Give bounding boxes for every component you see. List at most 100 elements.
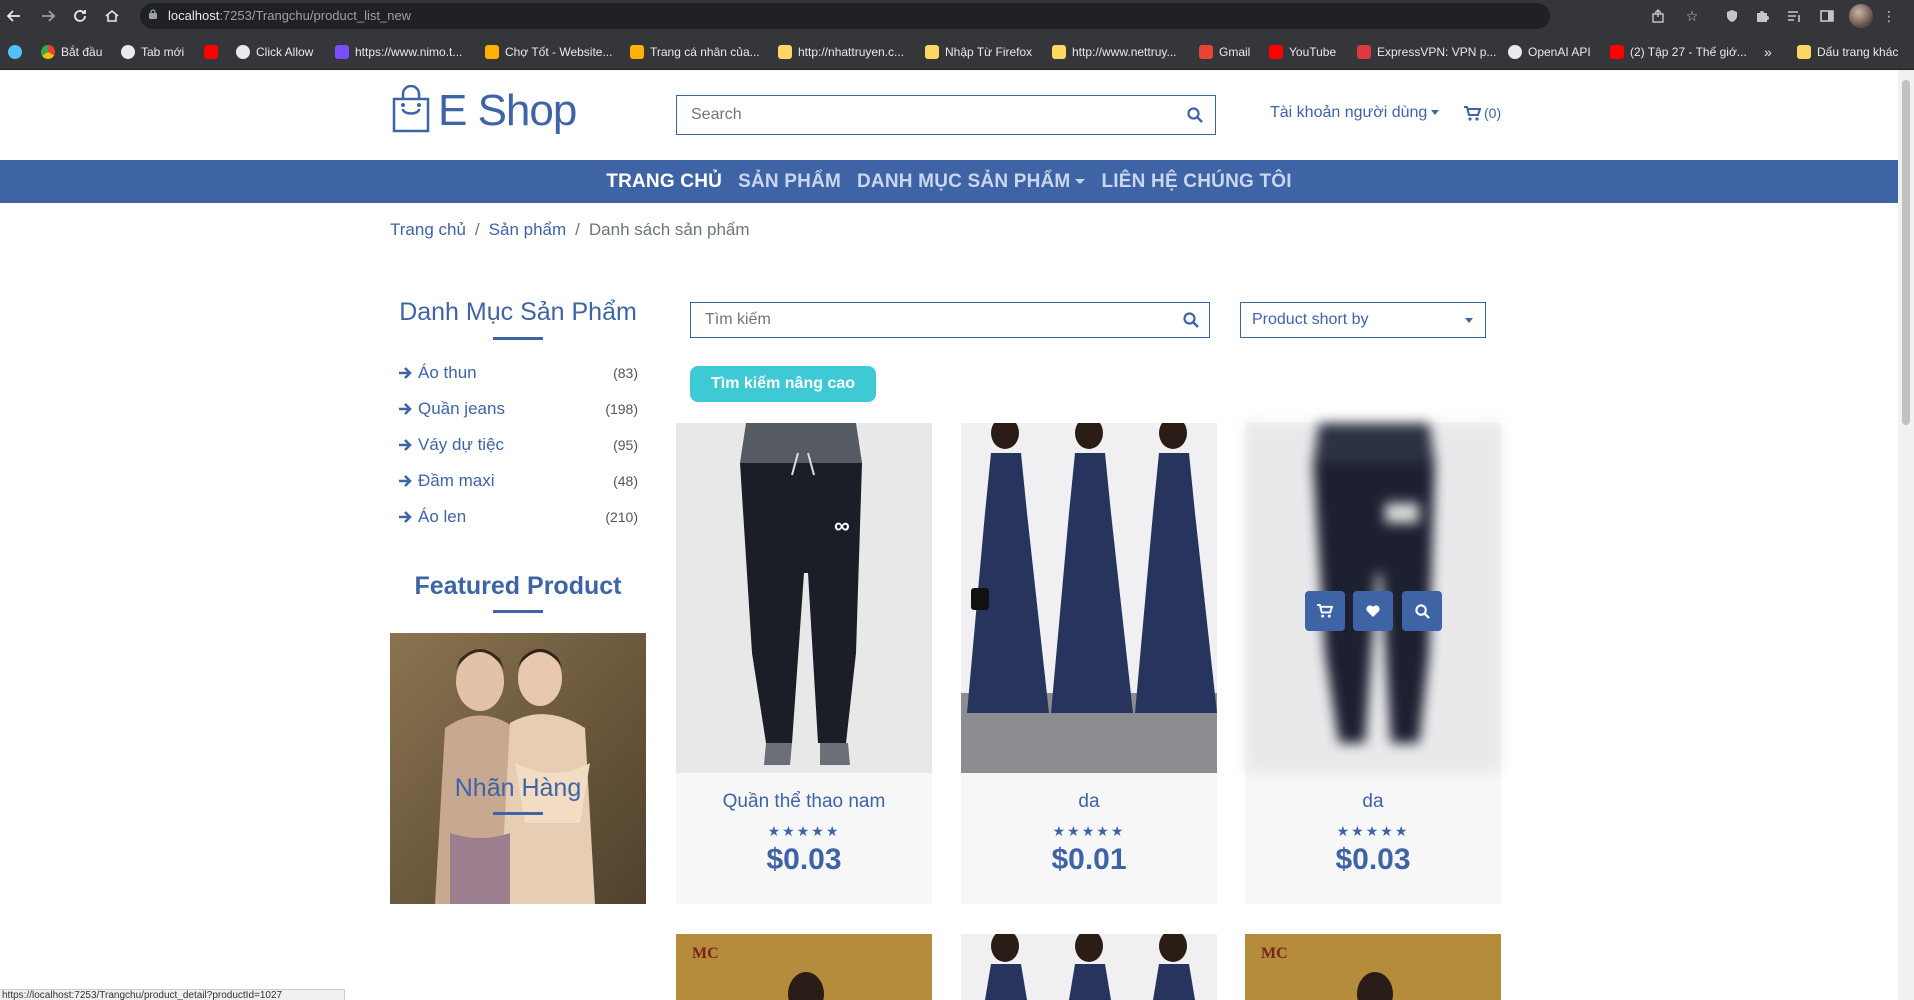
product-name[interactable]: da [961, 791, 1217, 813]
url-text[interactable]: localhost:7253/Trangchu/product_list_new [168, 8, 411, 23]
bookmark-item[interactable]: ExpressVPN: VPN p... [1357, 43, 1496, 61]
profile-avatar[interactable] [1849, 4, 1873, 28]
featured-heading: Featured Product [414, 572, 622, 600]
chotot-icon [630, 45, 644, 59]
expressvpn-icon [1357, 45, 1371, 59]
product-name[interactable]: da [1245, 791, 1501, 813]
bookmark-item[interactable] [8, 43, 22, 61]
nav-contact[interactable]: LIÊN HỆ CHÚNG TÔI [1101, 171, 1291, 193]
search-icon[interactable] [1187, 107, 1203, 123]
scrollbar-thumb[interactable] [1902, 80, 1910, 425]
forward-arrow-icon[interactable] [37, 5, 59, 27]
arrow-right-icon [399, 439, 412, 451]
rating-stars: ★★★★★ [767, 823, 841, 839]
bookmark-item[interactable]: YouTube [1269, 43, 1336, 61]
nav-categories-label: DANH MỤC SẢN PHẨM [857, 170, 1071, 192]
share-icon[interactable] [1648, 6, 1668, 26]
nav-products[interactable]: SẢN PHẨM [738, 171, 841, 193]
bookmark-item[interactable]: Nhập Từ Firefox [925, 43, 1032, 61]
home-icon[interactable] [101, 5, 123, 27]
arrow-right-icon [399, 475, 412, 487]
category-item[interactable]: Áo thun (83) [398, 362, 638, 384]
main-navigation: TRANG CHỦ SẢN PHẨM DANH MỤC SẢN PHẨM LIÊ… [0, 160, 1898, 203]
gmail-icon [1199, 45, 1213, 59]
product-image[interactable]: MC [676, 934, 932, 1000]
bookmark-item[interactable] [204, 43, 218, 61]
product-card[interactable] [961, 934, 1217, 1000]
product-image[interactable] [961, 934, 1217, 1000]
category-item[interactable]: Quần jeans (198) [398, 398, 638, 420]
heading-underline [493, 610, 543, 613]
advanced-search-button[interactable]: Tìm kiếm nâng cao [690, 366, 876, 402]
featured-product-image[interactable] [390, 633, 646, 904]
chevron-down-icon [1431, 110, 1440, 116]
back-arrow-icon[interactable] [3, 5, 25, 27]
bookmark-item[interactable]: (2) Tập 27 - Thế giớ... [1610, 43, 1747, 61]
menu-dots-icon[interactable]: ⋮ [1879, 6, 1899, 26]
bookmark-item[interactable]: Tab mới [121, 43, 184, 61]
other-bookmarks-folder[interactable]: Dấu trang khác [1797, 43, 1898, 61]
youtube-icon [1269, 45, 1283, 59]
chrome-icon [41, 45, 55, 59]
bookmark-item[interactable]: Gmail [1199, 43, 1250, 61]
folder-icon [1797, 45, 1811, 59]
product-search-input[interactable] [691, 303, 1151, 337]
bookmark-item[interactable]: https://www.nimo.t... [335, 43, 462, 61]
category-item[interactable]: Váy dự tiệc (95) [398, 434, 638, 456]
header-search-box [676, 95, 1216, 135]
bookmark-item[interactable]: Click Allow [236, 43, 313, 61]
search-icon[interactable] [1183, 312, 1199, 328]
folder-icon [925, 45, 939, 59]
rating-stars: ★★★★★ [1336, 823, 1410, 839]
product-card[interactable]: MC [676, 934, 932, 1000]
sort-select[interactable]: Product short by [1240, 302, 1486, 338]
product-card[interactable]: da ★★★★★ $0.01 [961, 423, 1217, 904]
bookmark-item[interactable]: OpenAI API [1508, 43, 1591, 61]
category-count: (83) [613, 365, 638, 381]
nav-home[interactable]: TRANG CHỦ [606, 171, 722, 193]
add-to-cart-button[interactable] [1305, 591, 1345, 631]
compass-icon [8, 45, 22, 59]
heading-underline [493, 812, 543, 815]
page-content: E Shop Tài khoản người dùng (0) TRANG CH… [0, 70, 1898, 1000]
product-card[interactable]: ∞ Quần thể thao nam ★★★★★ $0.03 [676, 423, 932, 904]
product-card[interactable]: MC [1245, 934, 1501, 1000]
wishlist-button[interactable] [1353, 591, 1393, 631]
shop-logo[interactable]: E Shop [390, 85, 577, 135]
bookmark-item[interactable]: Bắt đầu [41, 43, 102, 61]
bookmark-item[interactable]: http://www.nettruy... [1052, 43, 1176, 61]
product-name[interactable]: Quần thể thao nam [676, 791, 932, 813]
product-card[interactable]: da ★★★★★ $0.03 [1245, 423, 1501, 904]
breadcrumb-products[interactable]: Sản phẩm [489, 220, 567, 239]
account-dropdown[interactable]: Tài khoản người dùng [1270, 104, 1440, 122]
bookmark-item[interactable]: http://nhattruyen.c... [778, 43, 904, 61]
youtube-icon [204, 45, 218, 59]
category-item[interactable]: Áo len (210) [398, 506, 638, 528]
quick-view-button[interactable] [1402, 591, 1442, 631]
header-search-input[interactable] [677, 96, 1157, 134]
product-image[interactable]: MC [1245, 934, 1501, 1000]
shield-extension-icon[interactable] [1722, 6, 1742, 26]
side-panel-icon[interactable] [1817, 6, 1837, 26]
bookmark-item[interactable]: Trang cá nhân của... [630, 43, 760, 61]
bookmark-item[interactable]: Chợ Tốt - Website... [485, 43, 612, 61]
reading-list-icon[interactable] [1784, 6, 1804, 26]
heart-icon [1366, 605, 1380, 617]
nav-categories[interactable]: DANH MỤC SẢN PHẨM [857, 170, 1086, 193]
product-image[interactable] [961, 423, 1217, 773]
category-item[interactable]: Đầm maxi (48) [398, 470, 638, 492]
cart-button[interactable]: (0) [1464, 105, 1501, 121]
reload-icon[interactable] [69, 5, 91, 27]
cart-count: (0) [1484, 105, 1502, 121]
category-label: Áo thun [418, 363, 477, 382]
folder-icon [778, 45, 792, 59]
product-image[interactable]: ∞ [676, 423, 932, 773]
puzzle-extension-icon[interactable] [1752, 6, 1772, 26]
bookmarks-bar: Bắt đầu Tab mới Click Allow https://www.… [0, 32, 1914, 70]
categories-heading: Danh Mục Sản Phẩm [399, 298, 637, 326]
bookmarks-overflow-button[interactable]: » [1764, 43, 1772, 61]
star-icon[interactable]: ☆ [1682, 6, 1702, 26]
svg-text:∞: ∞ [834, 513, 850, 538]
breadcrumb-home[interactable]: Trang chủ [390, 220, 466, 239]
logo-text: E Shop [438, 86, 577, 135]
